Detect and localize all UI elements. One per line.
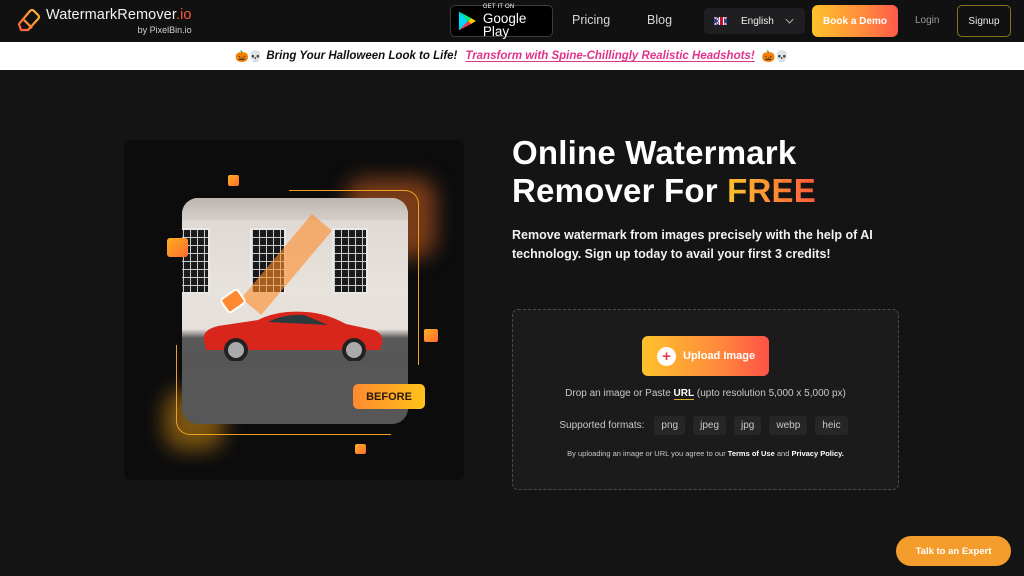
uk-flag-icon xyxy=(714,17,727,25)
pumpkin-skull-icon: 🎃💀 xyxy=(761,50,790,63)
upload-image-button[interactable]: + Upload Image xyxy=(642,336,769,376)
square-decoration xyxy=(424,329,438,342)
logo-name: WatermarkRemover.io xyxy=(46,7,192,23)
promo-banner: 🎃💀 Bring Your Halloween Look to Life! Tr… xyxy=(0,42,1024,70)
banner-link[interactable]: Transform with Spine-Chillingly Realisti… xyxy=(465,50,754,62)
language-selector[interactable]: English xyxy=(704,8,805,34)
upload-image-label: Upload Image xyxy=(683,350,756,362)
top-navbar: WatermarkRemover.io by PixelBin.io GET I… xyxy=(0,0,1024,42)
chevron-down-icon xyxy=(785,15,794,24)
google-play-small-label: GET IT ON xyxy=(482,3,515,10)
before-badge: BEFORE xyxy=(353,384,425,409)
terms-of-use-link[interactable]: Terms of Use xyxy=(728,449,775,458)
signup-button[interactable]: Signup xyxy=(957,5,1011,37)
google-play-button[interactable]: GET IT ON Google Play xyxy=(450,3,553,39)
format-chip: png xyxy=(654,416,686,435)
building-ledge xyxy=(182,198,408,220)
talk-to-expert-button[interactable]: Talk to an Expert xyxy=(896,536,1011,566)
formats-label: Supported formats: xyxy=(559,420,645,431)
nav-pricing[interactable]: Pricing xyxy=(572,13,610,27)
google-play-icon xyxy=(458,11,476,31)
language-label: English xyxy=(741,15,774,27)
nav-blog[interactable]: Blog xyxy=(647,13,672,27)
format-chip: jpg xyxy=(734,416,762,435)
logo-byline: by PixelBin.io xyxy=(137,25,192,35)
plus-icon: + xyxy=(657,346,676,366)
upload-dropzone[interactable]: + Upload Image Drop an image or Paste UR… xyxy=(512,309,899,490)
hero-subtitle: Remove watermark from images precisely w… xyxy=(512,228,873,261)
format-chip: jpeg xyxy=(693,416,726,435)
page-title: Online Watermark Remover For FREE xyxy=(512,134,816,209)
login-link[interactable]: Login xyxy=(915,15,939,26)
terms-notice: By uploading an image or URL you agree t… xyxy=(567,449,844,458)
logo[interactable]: WatermarkRemover.io by PixelBin.io xyxy=(16,5,192,35)
free-highlight: FREE xyxy=(727,172,816,209)
format-chip: heic xyxy=(815,416,848,435)
square-decoration xyxy=(228,175,239,186)
format-chip: webp xyxy=(769,416,808,435)
google-play-label: Google Play xyxy=(482,10,527,39)
eraser-icon xyxy=(17,8,41,32)
drop-instructions: Drop an image or Paste URL (upto resolut… xyxy=(565,388,846,400)
supported-formats: Supported formats: png jpeg jpg webp hei… xyxy=(513,416,898,435)
window xyxy=(332,228,368,294)
pumpkin-skull-icon: 🎃💀 xyxy=(234,50,263,63)
square-decoration xyxy=(167,238,188,257)
paste-url-link[interactable]: URL xyxy=(673,388,695,400)
hero-illustration: BEFORE xyxy=(124,140,464,480)
privacy-policy-link[interactable]: Privacy Policy. xyxy=(791,449,843,458)
book-demo-button[interactable]: Book a Demo xyxy=(812,5,898,37)
red-car xyxy=(203,311,383,361)
square-decoration xyxy=(355,444,366,454)
banner-text: Bring Your Halloween Look to Life! xyxy=(266,50,458,62)
